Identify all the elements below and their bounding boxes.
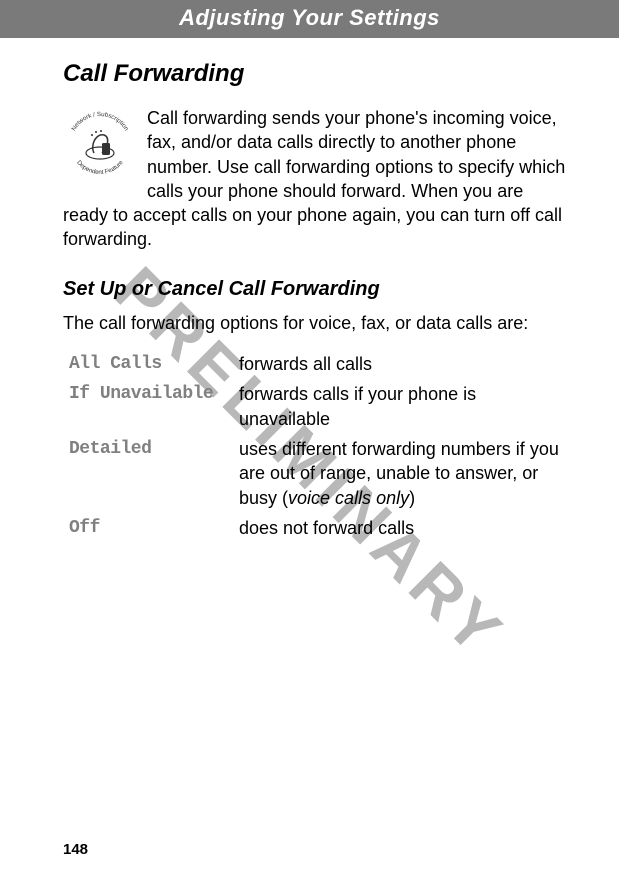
section-title: Call Forwarding bbox=[63, 60, 571, 88]
option-label: Detailed bbox=[69, 434, 239, 513]
option-row: Detailed uses different forwarding numbe… bbox=[69, 434, 571, 513]
option-note: voice calls only bbox=[288, 488, 409, 508]
option-row: All Calls forwards all calls bbox=[69, 349, 571, 379]
option-desc: forwards calls if your phone is unavaila… bbox=[239, 379, 571, 434]
subsection-intro: The call forwarding options for voice, f… bbox=[63, 311, 571, 335]
badge-bottom-text: Dependent Feature bbox=[75, 159, 125, 176]
svg-text:Dependent Feature: Dependent Feature bbox=[75, 159, 125, 176]
option-desc: forwards all calls bbox=[239, 349, 571, 379]
option-label: All Calls bbox=[69, 349, 239, 379]
network-dependent-feature-icon: Network / Subscription Dependent Feature bbox=[63, 108, 137, 182]
intro-block: Network / Subscription Dependent Feature… bbox=[63, 106, 571, 260]
options-table: All Calls forwards all calls If Unavaila… bbox=[69, 349, 571, 543]
page-content: Call Forwarding Network / Subscription D… bbox=[0, 38, 619, 543]
option-label: Off bbox=[69, 513, 239, 543]
option-desc: uses different forwarding numbers if you… bbox=[239, 434, 571, 513]
subsection-title: Set Up or Cancel Call Forwarding bbox=[63, 278, 571, 301]
svg-text:Network / Subscription: Network / Subscription bbox=[70, 111, 130, 133]
chapter-header: Adjusting Your Settings bbox=[0, 0, 619, 38]
option-desc: does not forward calls bbox=[239, 513, 571, 543]
option-row: If Unavailable forwards calls if your ph… bbox=[69, 379, 571, 434]
badge-top-text: Network / Subscription bbox=[70, 111, 130, 133]
option-label: If Unavailable bbox=[69, 379, 239, 434]
option-row: Off does not forward calls bbox=[69, 513, 571, 543]
page-number: 148 bbox=[63, 841, 88, 858]
intro-paragraph: Call forwarding sends your phone's incom… bbox=[63, 106, 571, 252]
